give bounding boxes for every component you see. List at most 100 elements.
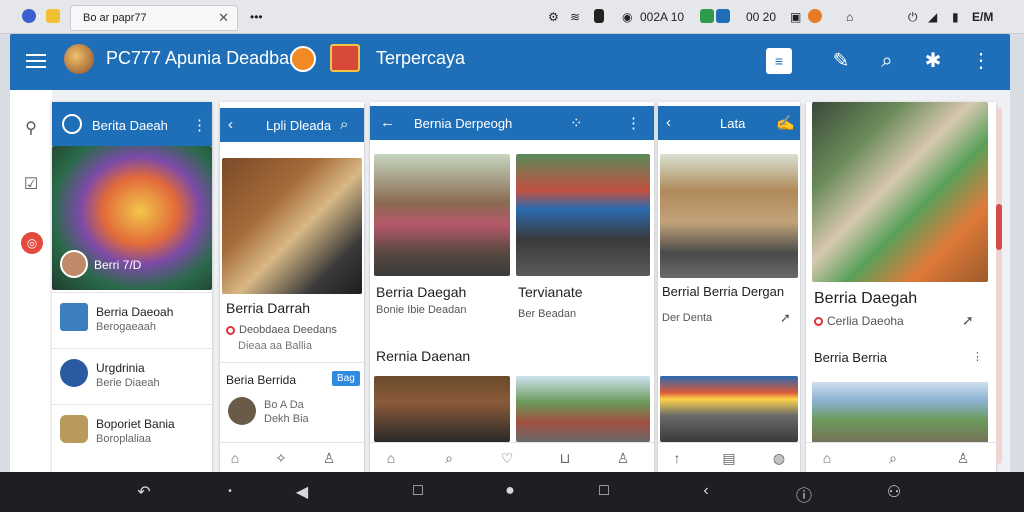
story-source: Deobdaea Deedans <box>226 324 337 336</box>
list-item-line-1: Bo A Da <box>264 399 304 411</box>
home-icon[interactable]: ⌂ <box>382 449 400 467</box>
home-icon[interactable]: ⌂ <box>226 449 244 467</box>
section-title: Berria Berria <box>814 350 887 365</box>
list-item-title: Beria Berrida <box>226 373 297 387</box>
app-icon-1 <box>22 9 36 23</box>
square-icon[interactable]: □ <box>408 482 428 500</box>
thumbnail <box>60 303 88 331</box>
card-image-storefront[interactable] <box>660 376 798 442</box>
profile-icon[interactable]: ♙ <box>320 449 338 467</box>
assistant-icon[interactable]: ⚇ <box>884 482 904 502</box>
card-sub: Cerlia Daeoha <box>827 314 904 328</box>
settings-icon: ⚙ <box>548 10 559 24</box>
sd-icon <box>594 9 604 23</box>
back-icon[interactable]: ← <box>380 114 395 131</box>
share-icon[interactable]: ➚ <box>962 312 974 329</box>
status-badge[interactable]: Bag <box>332 371 360 386</box>
tab-title: Bo ar papr77 <box>83 12 147 24</box>
status-bar: Bo ar papr77 ✕ ••• ⚙ ≋ ◉ 002A 10 00 20 ▣… <box>0 0 1024 34</box>
recents-icon[interactable]: □ <box>594 482 614 500</box>
menu-icon[interactable] <box>26 50 46 72</box>
card-image-market[interactable] <box>516 154 650 276</box>
more-vert-icon[interactable]: ⋮ <box>968 48 994 74</box>
back-icon[interactable]: ‹ <box>666 114 671 131</box>
list-item[interactable]: Berria Daeoah Berogaeaah <box>52 292 212 346</box>
card-image-street-market[interactable] <box>660 154 798 278</box>
app-subtitle: Terpercaya <box>376 48 466 68</box>
news-logo-icon <box>62 114 82 134</box>
clock-readout-2: 00 20 <box>746 10 777 24</box>
close-icon[interactable]: ✕ <box>218 10 229 26</box>
power-icon: ⏻ <box>908 10 918 24</box>
list-item-sub: Boroplaliaa <box>96 433 152 445</box>
card-image-building[interactable] <box>812 382 988 446</box>
record-icon[interactable]: ◎ <box>21 232 43 254</box>
panel-title: Lpli Dleada <box>266 118 332 133</box>
person-icon[interactable]: ✱ <box>920 48 946 74</box>
card-title[interactable]: Berria Daegah <box>376 284 466 300</box>
back-icon[interactable]: ‹ <box>228 116 233 133</box>
hero-caption: Berri 7/D <box>94 258 142 272</box>
card-title[interactable]: Tervianate <box>518 284 583 300</box>
search-icon[interactable]: ⌕ <box>440 449 458 467</box>
clock-readout-1: 002A 10 <box>640 10 685 24</box>
more-vert-icon[interactable]: ⋮ <box>626 114 641 132</box>
info-icon[interactable]: ⓘ <box>794 482 814 506</box>
chevron-left-icon[interactable]: ‹ <box>696 482 716 500</box>
card-title[interactable]: Berria Daegah <box>814 290 917 308</box>
avatar <box>60 250 88 278</box>
browser-tab[interactable]: Bo ar papr77 ✕ <box>70 5 238 31</box>
link-icon[interactable]: ⚲ <box>21 118 41 138</box>
globe-icon[interactable]: ◍ <box>770 449 788 467</box>
home-circle-icon[interactable]: ● <box>500 482 520 500</box>
share-icon[interactable]: ⁘ <box>570 114 583 132</box>
more-icon[interactable]: ⋮ <box>972 350 983 363</box>
list-item-line-2: Dekh Bia <box>264 413 309 425</box>
card-image-crowd[interactable] <box>374 154 510 276</box>
lock-icon: ⌂ <box>846 10 854 24</box>
card-title[interactable]: Berrial Berria Dergan <box>662 284 784 299</box>
app-icon-2 <box>46 9 60 23</box>
list-item[interactable]: Urgdrinia Berie Diaeah <box>52 348 212 402</box>
panel-featured: Berria Daegah Cerlia Daeoha ➚ Berria Ber… <box>806 102 996 472</box>
list-item[interactable]: Boporiet Bania Boroplaliaa <box>52 404 212 458</box>
profile-icon[interactable]: ♙ <box>614 449 632 467</box>
document-icon[interactable]: ▤ <box>720 449 738 467</box>
firefox-icon <box>808 9 822 23</box>
card-image-group[interactable] <box>374 376 510 442</box>
screen-icon: ▣ <box>790 10 802 24</box>
heart-icon[interactable]: ♡ <box>498 449 516 467</box>
home-icon[interactable]: ⌂ <box>818 449 836 467</box>
panel-local-news: ‹ Lpli Dleada ⌕ Berria Darrah Deobdaea D… <box>220 102 364 472</box>
bookmark-icon[interactable]: ✍ <box>776 114 795 132</box>
scrollbar[interactable] <box>996 108 1002 464</box>
list-icon[interactable]: ≡ <box>766 48 792 74</box>
explore-icon[interactable]: ✧ <box>272 449 290 467</box>
search-icon[interactable]: ⌕ <box>874 48 900 74</box>
list-item-title: Berria Daeoah <box>96 305 174 319</box>
list-item-title: Urgdrinia <box>96 361 145 375</box>
inbox-icon[interactable]: ⊔ <box>556 449 574 467</box>
story-title[interactable]: Berria Darrah <box>226 300 310 316</box>
card-image-vegetable-stall[interactable] <box>812 102 988 282</box>
story-sub: Deobdaea Deedans <box>239 324 337 336</box>
story-image-market-stall[interactable] <box>222 158 362 294</box>
up-icon[interactable]: ↑ <box>668 449 686 467</box>
list-item[interactable]: Beria Berrida Bag Bo A Da Dekh Bia <box>220 362 364 442</box>
tab-more[interactable]: ••• <box>250 10 263 24</box>
undo-icon[interactable]: ↶ <box>134 482 154 502</box>
list-item-sub: Berie Diaeah <box>96 377 160 389</box>
battery-icon: ▮ <box>952 10 959 24</box>
search-icon[interactable]: ⌕ <box>340 116 348 133</box>
search-icon[interactable]: ⌕ <box>884 449 902 467</box>
checkbox-icon[interactable]: ☑ <box>21 174 41 194</box>
panel-news-feed: ← Bernia Derpeogh ⁘ ⋮ Berria Daegah Boni… <box>370 102 654 472</box>
more-vert-icon[interactable]: ⋮ <box>192 116 207 134</box>
scrollbar-thumb[interactable] <box>996 204 1002 250</box>
profile-icon[interactable]: ♙ <box>954 449 972 467</box>
back-triangle-icon[interactable]: ◀ <box>292 482 312 502</box>
card-image-village[interactable] <box>516 376 650 442</box>
battery-saver-icon <box>700 9 714 23</box>
share-icon[interactable]: ➚ <box>780 310 791 326</box>
pin-icon[interactable]: ✎ <box>828 48 854 74</box>
